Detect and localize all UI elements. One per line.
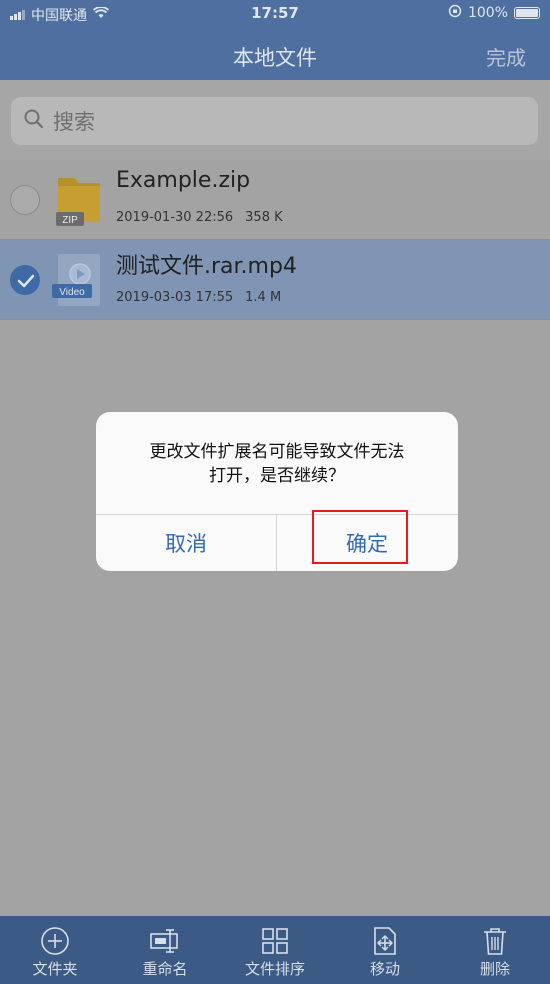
file-row-selected[interactable]: Video 测试文件.rar.mp4 2019-03-03 17:55 1.4 … bbox=[0, 240, 550, 320]
done-button[interactable]: 完成 bbox=[486, 42, 526, 71]
tool-label: 删除 bbox=[479, 960, 510, 978]
search-icon bbox=[23, 108, 45, 135]
tool-label: 重命名 bbox=[142, 960, 188, 978]
add-circle-icon bbox=[40, 926, 70, 956]
delete-button[interactable]: 删除 bbox=[440, 916, 550, 984]
svg-text:ZIP: ZIP bbox=[62, 215, 78, 226]
video-file-icon: Video bbox=[52, 252, 106, 308]
rename-icon bbox=[148, 926, 182, 956]
trash-icon bbox=[480, 926, 510, 956]
rotation-lock-icon bbox=[448, 4, 462, 22]
cancel-button[interactable]: 取消 bbox=[96, 515, 276, 571]
file-size: 1.4 M bbox=[245, 290, 282, 305]
battery-percent: 100% bbox=[467, 5, 508, 21]
select-radio-checked[interactable] bbox=[10, 265, 40, 295]
status-bar: 中国联通 17:57 100% bbox=[0, 0, 550, 26]
grid-icon bbox=[260, 926, 290, 956]
select-radio[interactable] bbox=[10, 185, 40, 215]
battery-icon bbox=[514, 7, 540, 19]
file-date: 2019-03-03 17:55 bbox=[116, 290, 234, 305]
svg-text:Video: Video bbox=[59, 287, 85, 298]
top-bar: 中国联通 17:57 100% 本地文件 完成 bbox=[0, 0, 550, 80]
zip-file-icon: ZIP bbox=[52, 172, 106, 228]
move-icon bbox=[370, 926, 400, 956]
file-list: ZIP Example.zip 2019-01-30 22:56 358 K V… bbox=[0, 160, 550, 320]
search-input[interactable]: 搜索 bbox=[11, 97, 538, 145]
dialog-message: 更改文件扩展名可能导致文件无法 打开，是否继续？ bbox=[149, 442, 405, 486]
bottom-toolbar: 文件夹 重命名 文件排序 移动 删除 bbox=[0, 916, 550, 984]
search-placeholder: 搜索 bbox=[53, 110, 95, 134]
file-size: 358 K bbox=[245, 210, 283, 225]
file-name: Example.zip bbox=[116, 168, 251, 193]
rename-button[interactable]: 重命名 bbox=[110, 916, 220, 984]
file-date: 2019-01-30 22:56 bbox=[116, 210, 234, 225]
tool-label: 文件夹 bbox=[32, 960, 78, 978]
tool-label: 移动 bbox=[369, 960, 400, 978]
file-row[interactable]: ZIP Example.zip 2019-01-30 22:56 358 K bbox=[0, 160, 550, 240]
annotation-highlight-box bbox=[312, 510, 408, 564]
sort-button[interactable]: 文件排序 bbox=[220, 916, 330, 984]
file-name: 测试文件.rar.mp4 bbox=[116, 254, 297, 279]
move-button[interactable]: 移动 bbox=[330, 916, 440, 984]
new-folder-button[interactable]: 文件夹 bbox=[0, 916, 110, 984]
checkmark-icon bbox=[17, 274, 35, 288]
page-title: 本地文件 bbox=[233, 46, 317, 70]
search-area: 搜索 bbox=[0, 80, 550, 160]
tool-label: 文件排序 bbox=[244, 960, 305, 978]
